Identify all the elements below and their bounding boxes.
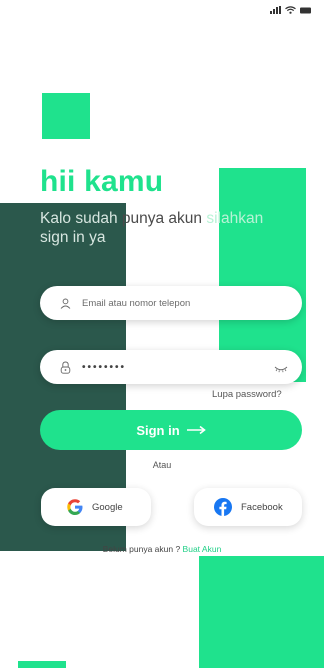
subtitle-part1: Kalo sudah bbox=[40, 210, 122, 227]
sign-in-label: Sign in bbox=[136, 422, 180, 438]
email-field[interactable] bbox=[40, 286, 302, 320]
page-title: hii kamu bbox=[40, 165, 164, 198]
arrow-right-icon bbox=[186, 425, 206, 435]
google-icon bbox=[67, 499, 83, 515]
google-button[interactable]: Google bbox=[41, 488, 151, 526]
subtitle: Kalo sudah punya akun silahkan sign in y… bbox=[40, 209, 290, 247]
forgot-password-link[interactable]: Lupa password? bbox=[212, 389, 282, 400]
sign-in-button[interactable]: Sign in bbox=[40, 410, 302, 450]
signal-icon bbox=[270, 6, 281, 14]
facebook-button[interactable]: Facebook bbox=[194, 488, 302, 526]
battery-icon bbox=[300, 7, 312, 14]
password-field[interactable]: •••••••• bbox=[40, 350, 302, 384]
signup-row: Belum punya akun ? Buat Akun bbox=[0, 544, 324, 554]
create-account-link[interactable]: Buat Akun bbox=[183, 544, 222, 554]
email-input[interactable] bbox=[82, 297, 272, 309]
lock-icon bbox=[58, 360, 72, 374]
subtitle-part2: punya akun bbox=[121, 210, 207, 227]
decor-strip-bottom-left bbox=[18, 661, 66, 668]
divider-label: Atau bbox=[152, 460, 172, 470]
subtitle-part3: silahkan bbox=[206, 210, 264, 227]
status-bar bbox=[0, 0, 324, 20]
signup-prompt: Belum punya akun ? bbox=[102, 544, 183, 554]
facebook-label: Facebook bbox=[241, 501, 283, 513]
facebook-icon bbox=[214, 498, 232, 516]
status-icons bbox=[270, 6, 312, 14]
subtitle-line2: sign in ya bbox=[40, 229, 106, 246]
decor-square-top bbox=[42, 93, 90, 139]
user-icon bbox=[58, 296, 72, 310]
password-input[interactable]: •••••••• bbox=[82, 362, 126, 373]
wifi-icon bbox=[285, 6, 296, 14]
eye-closed-icon[interactable] bbox=[274, 361, 288, 373]
google-label: Google bbox=[92, 501, 123, 513]
decor-square-bottom-right bbox=[199, 556, 324, 668]
